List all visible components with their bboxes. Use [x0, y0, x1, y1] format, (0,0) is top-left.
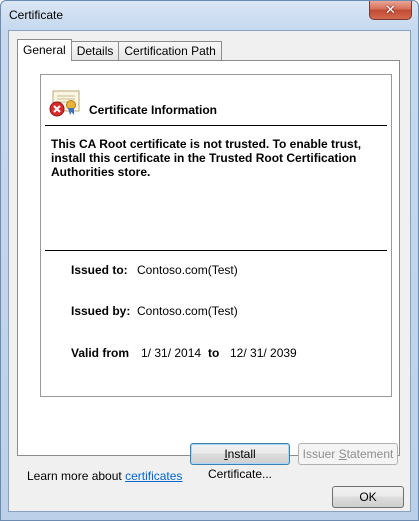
learn-more-text: Learn more about — [27, 469, 126, 483]
certificate-info-header: Certificate Information — [89, 103, 218, 117]
general-tab-panel: Certificate Information This CA Root cer… — [17, 60, 400, 481]
tab-strip: General Details Certification Path — [17, 39, 222, 61]
issuer-button-prefix: Issuer — [302, 447, 339, 461]
dialog-client-area: General Details Certification Path Certi… — [8, 30, 411, 512]
window-title: Certificate — [9, 8, 64, 22]
tab-details[interactable]: Details — [70, 41, 120, 61]
ok-button[interactable]: OK — [332, 486, 404, 508]
close-icon: ✕ — [385, 2, 396, 17]
issued-by-value: Contoso.com(Test) — [137, 304, 238, 318]
header-divider — [45, 125, 387, 126]
certificate-dialog: Certificate ✕ General Details Certificat… — [0, 0, 419, 521]
details-divider — [45, 250, 387, 251]
title-bar[interactable]: Certificate ✕ — [1, 1, 418, 31]
trust-warning-text: This CA Root certificate is not trusted.… — [51, 137, 362, 179]
certificate-info-box: Certificate Information This CA Root cer… — [40, 74, 392, 397]
close-button[interactable]: ✕ — [369, 1, 412, 20]
issued-to-label: Issued to: — [71, 263, 128, 277]
tab-general[interactable]: General — [17, 39, 72, 61]
certificate-error-icon — [49, 90, 80, 117]
tab-certification-path[interactable]: Certification Path — [118, 41, 222, 61]
issuer-button-accelerator: S — [338, 447, 347, 461]
install-button-label: nstall Certificate... — [207, 447, 273, 481]
valid-from-label: Valid from — [71, 346, 130, 360]
valid-from-value: 1/ 31/ 2014 — [141, 346, 202, 360]
learn-more-line: Learn more about certificates — [27, 469, 182, 483]
issuer-statement-button[interactable]: Issuer Statement — [298, 443, 398, 465]
issued-by-label: Issued by: — [71, 304, 131, 318]
valid-to-value: 12/ 31/ 2039 — [230, 346, 297, 360]
issuer-button-label: tatement — [346, 447, 394, 461]
certificates-link[interactable]: certificates — [125, 469, 182, 483]
issued-to-value: Contoso.com(Test) — [137, 263, 238, 277]
install-certificate-button[interactable]: Install Certificate... — [190, 443, 290, 481]
valid-to-label: to — [208, 346, 220, 360]
